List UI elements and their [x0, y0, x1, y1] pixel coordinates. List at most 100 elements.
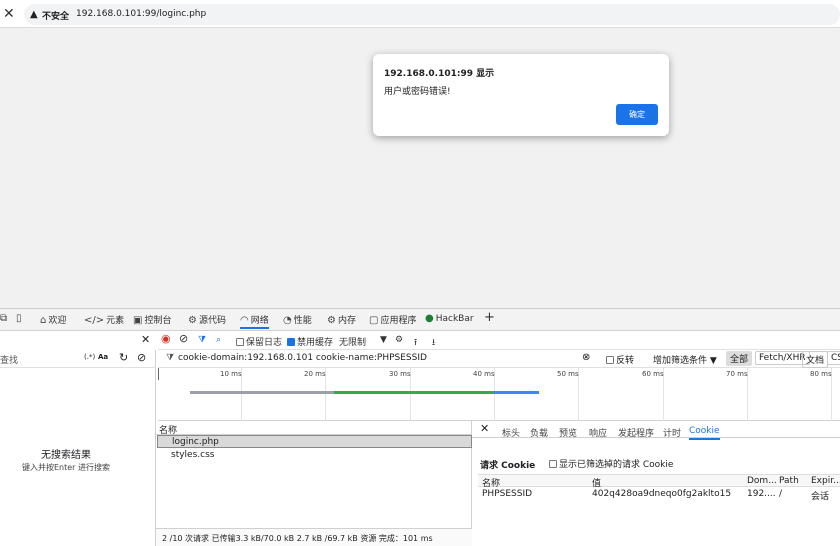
col-domain[interactable]: Dom... — [747, 476, 777, 486]
timeline-cursor — [158, 368, 159, 380]
clear-filter-icon[interactable]: ⊗ — [582, 352, 590, 363]
tab-network[interactable]: ◠ 网络 — [240, 313, 269, 329]
search-input[interactable]: 查找 — [0, 353, 18, 366]
show-filtered-toggle[interactable]: 显示已筛选掉的请求 Cookie — [549, 457, 673, 470]
tab-response[interactable]: 响应 — [589, 426, 607, 439]
search-hint: 键入并按Enter 进行搜索 — [22, 463, 111, 472]
type-filter-doc[interactable]: 文档 — [802, 351, 829, 368]
tab-elements[interactable]: </> 元素 — [84, 313, 124, 329]
network-toolbar: ◉ ⊘ ⧩ ⌕ 保留日志 禁用缓存 无限制 ▼ ⚙ ⭱ ⭳ — [158, 332, 840, 350]
details-tabbar: ✕ 标头 负载 预览 响应 发起程序 计时 Cookie — [472, 421, 840, 440]
close-search-icon[interactable]: ✕ — [141, 333, 150, 346]
record-icon[interactable]: ◉ — [161, 332, 171, 345]
show-filtered-label: 显示已筛选掉的请求 Cookie — [559, 460, 674, 470]
dock-icon[interactable]: ⧉ — [0, 313, 9, 329]
cookie-table-header: 名称 值 Dom... Path Expir... — [478, 474, 840, 489]
timeline-tick-label: 30 ms — [389, 370, 411, 378]
tab-label: 欢迎 — [48, 316, 67, 326]
invert-checkbox[interactable] — [606, 356, 614, 364]
tab-welcome[interactable]: ⌂ 欢迎 — [40, 313, 66, 329]
type-filter-css[interactable]: CS — [827, 351, 840, 365]
timeline-overview[interactable]: 10 ms 20 ms 30 ms 40 ms 50 ms 60 ms 70 ms 80 ms — [158, 368, 840, 421]
waterfall-bar-content — [494, 391, 539, 394]
dialog-message: 用户或密码错误! — [384, 87, 451, 97]
cookie-value: 402q428oa9dneqo0fg2aklto15 — [592, 489, 732, 499]
tab-label: 应用程序 — [380, 316, 417, 326]
request-cookie-title: 请求 Cookie — [480, 461, 536, 471]
invert-label: 反转 — [616, 356, 635, 366]
tab-hackbar[interactable]: ● HackBar — [425, 313, 474, 329]
refresh-icon[interactable]: ↻ — [119, 351, 128, 364]
chevron-down-icon[interactable]: ▼ — [380, 335, 387, 345]
export-icon[interactable]: ⭳ — [432, 335, 435, 351]
tab-application[interactable]: ▢ 应用程序 — [369, 313, 416, 329]
type-filter-all[interactable]: 全部 — [726, 351, 753, 366]
clear-icon[interactable]: ⊘ — [179, 332, 188, 345]
ok-button[interactable]: 确定 — [616, 104, 658, 125]
close-icon[interactable]: ✕ — [3, 6, 15, 22]
status-text: 2 /10 次请求 已传输3.3 kB/70.0 kB 2.7 kB /69.7… — [162, 534, 433, 543]
invert-toggle[interactable]: 反转 — [606, 353, 634, 366]
case-toggle[interactable]: Aa — [98, 353, 108, 361]
col-path[interactable]: Path — [779, 476, 799, 486]
regex-toggle[interactable]: (.*) — [84, 353, 95, 361]
tab-performance[interactable]: ◔ 性能 — [283, 313, 312, 329]
request-name: loginc.php — [172, 437, 219, 447]
tab-headers[interactable]: 标头 — [502, 426, 520, 439]
tab-sources[interactable]: ⚙ 源代码 — [188, 313, 226, 329]
import-icon[interactable]: ⭱ — [414, 335, 417, 351]
devtools-panel: ⧉ ▯ ⌂ 欢迎 </> 元素 ▣ 控制台 ⚙ 源代码 ◠ 网络 ◔ 性能 ⚙ 内存 ▢ 应用程… — [0, 308, 840, 546]
more-filters-dropdown[interactable]: 增加筛选条件 ▼ — [653, 353, 717, 366]
search-close-area — [0, 333, 156, 350]
request-list-header: 名称 — [156, 421, 472, 436]
tab-label: HackBar — [435, 314, 474, 324]
tab-label: 源代码 — [198, 316, 226, 326]
tab-cookie[interactable]: Cookie — [689, 426, 720, 440]
timeline-tick-label: 10 ms — [220, 370, 242, 378]
tab-preview[interactable]: 预览 — [559, 426, 577, 439]
tab-label: 性能 — [293, 316, 312, 326]
tab-initiator[interactable]: 发起程序 — [618, 426, 654, 439]
filter-icon[interactable]: ⧩ — [198, 335, 206, 345]
home-icon: ⌂ — [40, 315, 47, 326]
tab-memory[interactable]: ⚙ 内存 — [327, 313, 356, 329]
preserve-log-toggle[interactable]: 保留日志 — [236, 335, 282, 348]
add-tab-icon[interactable]: + — [484, 310, 495, 326]
clear-search-icon[interactable]: ⊘ — [137, 351, 146, 364]
url-text[interactable]: 192.168.0.101:99/loginc.php — [76, 9, 206, 19]
disable-cache-checkbox[interactable] — [287, 338, 295, 346]
security-label[interactable]: 不安全 — [42, 9, 69, 22]
disable-cache-toggle[interactable]: 禁用缓存 — [287, 335, 333, 348]
preserve-log-checkbox[interactable] — [236, 338, 244, 346]
tab-console[interactable]: ▣ 控制台 — [133, 313, 171, 329]
console-icon: ▣ — [133, 315, 143, 326]
cookie-path: / — [779, 489, 783, 499]
application-icon: ▢ — [369, 315, 379, 326]
tab-timing[interactable]: 计时 — [663, 426, 681, 439]
timeline-tick-label: 60 ms — [642, 370, 664, 378]
network-conditions-icon[interactable]: ⚙ — [395, 335, 403, 345]
waterfall-bar-download — [334, 391, 494, 394]
close-details-icon[interactable]: ✕ — [480, 422, 489, 435]
show-filtered-checkbox[interactable] — [549, 460, 557, 468]
tab-payload[interactable]: 负载 — [530, 426, 548, 439]
filter-input[interactable]: cookie-domain:192.168.0.101 cookie-name:… — [178, 353, 427, 363]
memory-icon: ⚙ — [327, 315, 336, 326]
toggle-drawer-icon[interactable]: ▯ — [16, 313, 24, 329]
tab-label: 网络 — [250, 316, 269, 326]
status-bar: 2 /10 次请求 已传输3.3 kB/70.0 kB 2.7 kB /69.7… — [156, 528, 472, 546]
panel-icon: ▯ — [16, 313, 22, 324]
throttle-select[interactable]: 无限制 — [339, 335, 366, 348]
dock-side-icon: ⧉ — [0, 313, 8, 324]
page-viewport: 192.168.0.101:99 显示 用户或密码错误! 确定 — [0, 28, 840, 308]
performance-icon: ◔ — [283, 315, 292, 326]
search-icon[interactable]: ⌕ — [216, 335, 221, 345]
sources-icon: ⚙ — [188, 315, 197, 326]
col-expires[interactable]: Expir... — [811, 476, 840, 486]
dialog-title: 192.168.0.101:99 显示 — [384, 69, 495, 79]
chevron-down-icon: ▼ — [709, 356, 717, 366]
table-row[interactable]: styles.css — [157, 449, 472, 462]
table-row[interactable]: PHPSESSID 402q428oa9dneqo0fg2aklto15 192… — [478, 488, 840, 502]
warning-triangle-icon: ▲ — [30, 9, 38, 20]
table-row[interactable]: loginc.php — [157, 435, 472, 448]
